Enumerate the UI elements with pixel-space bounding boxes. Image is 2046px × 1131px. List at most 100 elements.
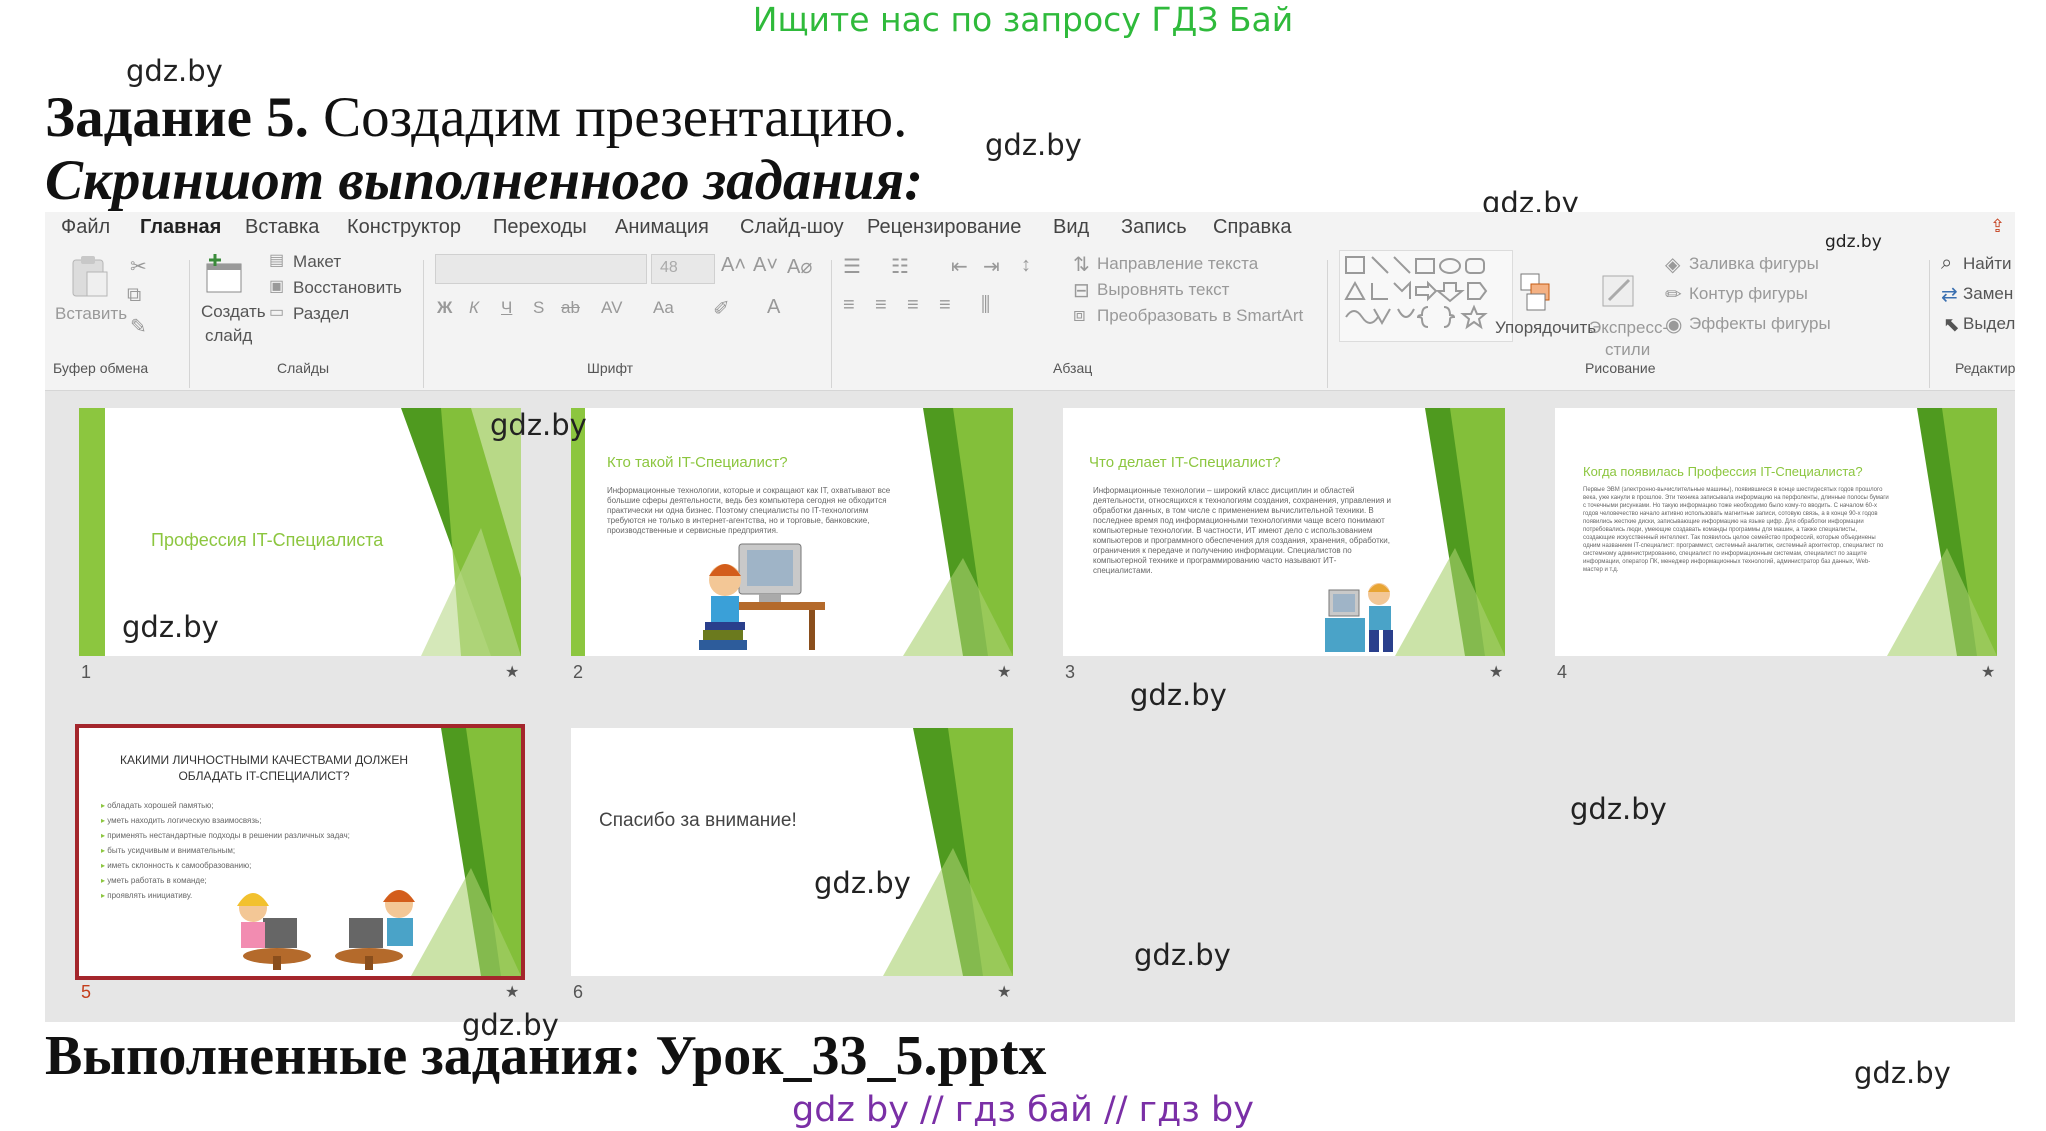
replace-button[interactable]: Замен [1963, 284, 2013, 304]
italic-button[interactable]: К [469, 298, 479, 318]
animation-star-icon: ★ [997, 664, 1012, 681]
layout-icon[interactable]: ▤ [269, 250, 284, 270]
quick-styles-label-1[interactable]: Экспресс- [1589, 318, 1668, 338]
watermark: gdz.by [122, 610, 219, 644]
new-slide-label-2[interactable]: слайд [205, 326, 252, 346]
tab-transitions[interactable]: Переходы [493, 216, 587, 239]
select-button[interactable]: Выдел [1963, 314, 2015, 334]
font-color-icon[interactable]: A [767, 296, 780, 319]
section-button[interactable]: Раздел [293, 304, 349, 324]
text-direction-icon[interactable]: ⇅ [1073, 252, 1090, 277]
line-spacing-icon[interactable]: ↕ [1021, 254, 1031, 277]
find-icon[interactable]: ⌕ [1941, 252, 1952, 275]
section-icon[interactable]: ▭ [269, 302, 284, 322]
columns-icon[interactable]: ⫼ [981, 294, 990, 317]
shape-fill-button[interactable]: Заливка фигуры [1689, 254, 1819, 274]
tab-insert[interactable]: Вставка [245, 216, 319, 239]
font-size-value: 48 [660, 259, 678, 276]
decrease-indent-icon[interactable]: ⇤ [951, 254, 968, 279]
bullet-text: быть усидчивым и внимательным; [107, 846, 236, 855]
shape-effects-button[interactable]: Эффекты фигуры [1689, 314, 1831, 334]
tab-help[interactable]: Справка [1213, 216, 1291, 239]
share-icon[interactable]: ⇪ [1990, 216, 2005, 237]
paste-button[interactable]: Вставить [55, 304, 127, 324]
layout-button[interactable]: Макет [293, 252, 341, 272]
new-slide-icon[interactable] [203, 254, 245, 298]
shrink-font-icon[interactable]: A˅ [753, 254, 778, 277]
slide-thumbnail-5[interactable]: КАКИМИ ЛИЧНОСТНЫМИ КАЧЕСТВАМИ ДОЛЖЕН ОБЛ… [75, 724, 525, 980]
underline-button[interactable]: Ч [501, 298, 512, 318]
slide-green-decoration [903, 408, 1013, 656]
tab-home[interactable]: Главная [140, 216, 222, 246]
select-icon[interactable]: ⬉ [1943, 312, 1960, 337]
watermark: gdz.by [126, 54, 223, 88]
find-button[interactable]: Найти [1963, 254, 2012, 274]
font-name-select[interactable] [435, 254, 647, 284]
copy-icon[interactable]: ⧉ [127, 284, 141, 307]
slide-green-decoration [1887, 408, 1997, 656]
slide-thumbnail-4[interactable]: Когда появилась Профессия IT-Специалиста… [1555, 408, 1997, 656]
reset-icon[interactable]: ▣ [269, 276, 284, 296]
cut-icon[interactable]: ✂ [130, 254, 147, 279]
bullet-text: уметь работать в команде; [107, 876, 207, 885]
tab-slideshow[interactable]: Слайд-шоу [740, 216, 844, 239]
shape-outline-icon[interactable]: ✏ [1665, 282, 1682, 307]
align-right-icon[interactable]: ≡ [907, 294, 919, 317]
highlight-icon[interactable]: ✐ [713, 296, 730, 321]
shapes-gallery[interactable] [1339, 250, 1513, 342]
tab-animations[interactable]: Анимация [615, 216, 709, 239]
bullet-text: уметь находить логическую взаимосвязь; [107, 816, 262, 825]
text-direction-button[interactable]: Направление текста [1097, 254, 1258, 274]
strikethrough-button[interactable]: ab [561, 298, 580, 318]
quick-styles-label-2[interactable]: стили [1605, 340, 1650, 360]
paste-icon[interactable] [67, 254, 111, 300]
animation-star-icon: ★ [997, 984, 1012, 1001]
font-group-label: Шрифт [587, 360, 634, 376]
shape-effects-icon[interactable]: ◉ [1665, 312, 1682, 337]
slide-body-text: Информационные технологии – широкий клас… [1093, 486, 1391, 575]
replace-icon[interactable]: ⇄ [1941, 282, 1958, 307]
shape-fill-icon[interactable]: ◈ [1665, 252, 1680, 277]
align-text-button[interactable]: Выровнять текст [1097, 280, 1229, 300]
change-case-button[interactable]: Aa [653, 298, 674, 318]
reset-button[interactable]: Восстановить [293, 278, 402, 298]
watermark: gdz.by [814, 866, 911, 900]
tab-review[interactable]: Рецензирование [867, 216, 1021, 239]
watermark: gdz.by [1130, 678, 1227, 712]
bullets-icon[interactable]: ☰ [843, 254, 861, 279]
group-separator [1929, 260, 1930, 388]
slide-thumbnail-2[interactable]: Кто такой IT-Специалист? Информационные … [571, 408, 1013, 656]
align-text-icon[interactable]: ⊟ [1073, 278, 1090, 303]
computer-kid-illustration [1325, 583, 1393, 652]
align-left-icon[interactable]: ≡ [843, 294, 855, 317]
shape-outline-button[interactable]: Контур фигуры [1689, 284, 1808, 304]
arrange-icon[interactable] [1519, 272, 1555, 312]
tab-file[interactable]: Файл [61, 216, 110, 239]
tab-design[interactable]: Конструктор [347, 216, 461, 239]
tab-view[interactable]: Вид [1053, 216, 1089, 239]
align-center-icon[interactable]: ≡ [875, 294, 887, 317]
editing-group-label: Редактир [1955, 360, 2015, 376]
smartart-icon[interactable]: ⧈ [1073, 304, 1086, 327]
paragraph-group-label: Абзац [1053, 360, 1093, 376]
clear-format-icon[interactable]: A⌀ [787, 254, 812, 279]
animation-star-icon: ★ [1489, 664, 1504, 681]
new-slide-label-1[interactable]: Создать [201, 302, 266, 322]
font-size-select[interactable]: 48 [651, 254, 715, 284]
slide-number: 6 [573, 982, 584, 1002]
grow-font-icon[interactable]: A˄ [721, 254, 746, 277]
slide-thumbnail-6[interactable]: Спасибо за внимание! [571, 728, 1013, 976]
arrange-button[interactable]: Упорядочить [1495, 318, 1596, 338]
smartart-button[interactable]: Преобразовать в SmartArt [1097, 306, 1303, 326]
footer-banner: gdz by // гдз бай // гдз by [792, 1090, 1254, 1130]
shadow-button[interactable]: S [533, 298, 544, 318]
quick-styles-icon[interactable] [1599, 272, 1639, 312]
bold-button[interactable]: Ж [437, 298, 452, 318]
char-spacing-button[interactable]: AV [601, 298, 622, 318]
tab-record[interactable]: Запись [1121, 216, 1187, 239]
justify-icon[interactable]: ≡ [939, 294, 951, 317]
numbering-icon[interactable]: ☷ [891, 254, 909, 279]
slide-thumbnail-3[interactable]: Что делает IT-Специалист? Информационные… [1063, 408, 1505, 656]
format-painter-icon[interactable]: ✎ [130, 314, 147, 339]
increase-indent-icon[interactable]: ⇥ [983, 254, 1000, 279]
